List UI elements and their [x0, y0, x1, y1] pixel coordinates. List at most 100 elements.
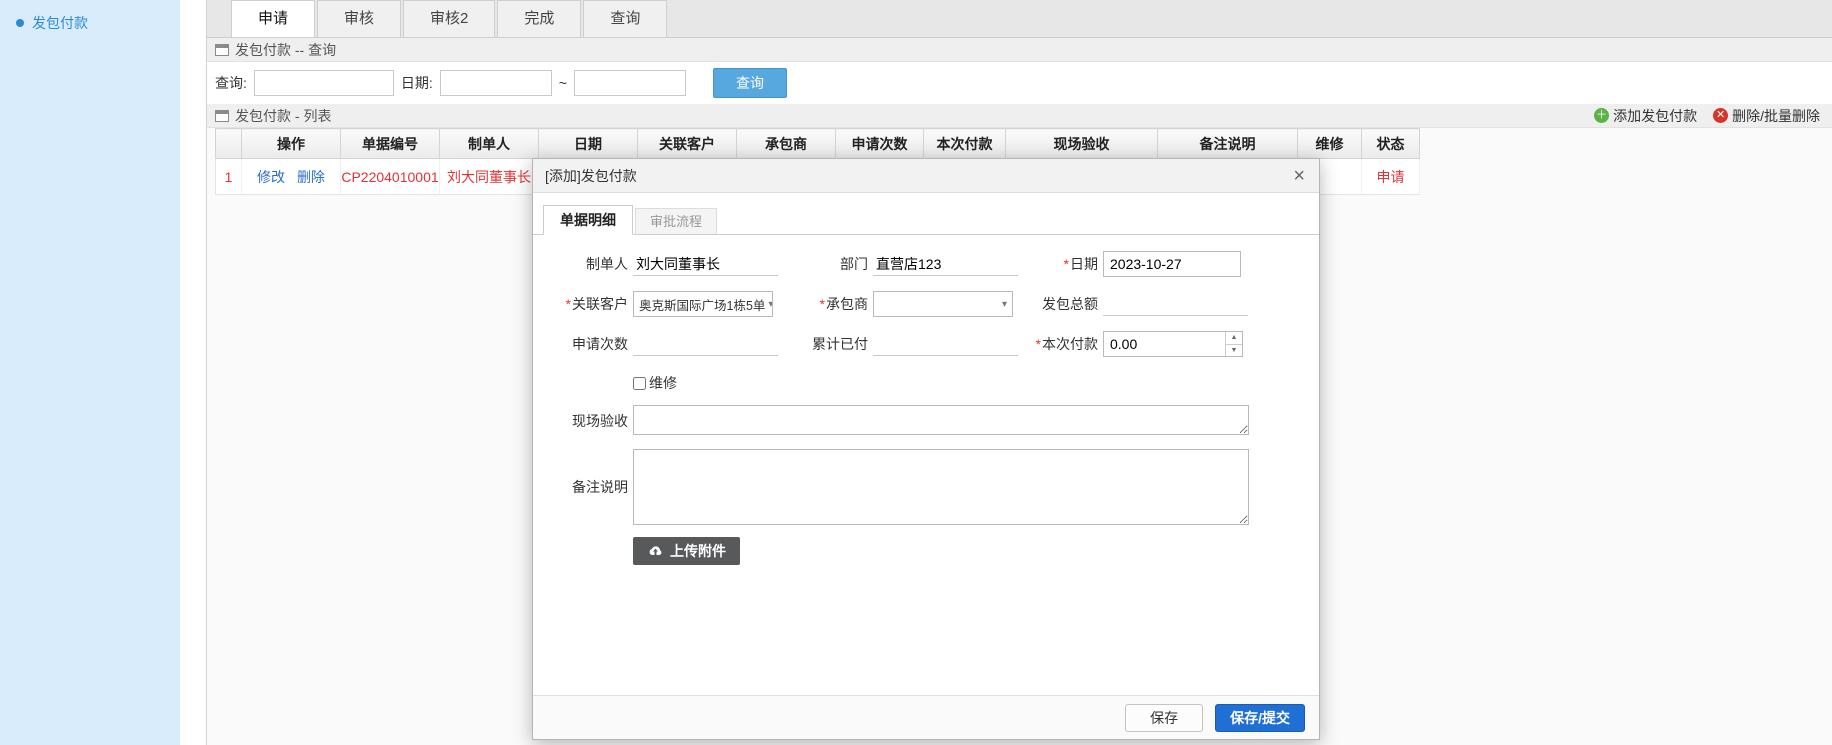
add-payment-modal: [添加]发包付款 × 单据明细 审批流程 制单人 部门 *日期 *关联客户 奥克…: [532, 158, 1320, 740]
col-actions: 操作: [242, 129, 341, 159]
tab-apply[interactable]: 申请: [231, 0, 315, 37]
row-doc-no: CP2204010001: [341, 159, 440, 195]
edit-link[interactable]: 修改: [257, 169, 285, 185]
date-input[interactable]: [1103, 251, 1241, 277]
table-header-row: 操作 单据编号 制单人 日期 关联客户 承包商 申请次数 本次付款 现场验收 备…: [216, 129, 1420, 159]
delete-link[interactable]: 删除: [297, 169, 325, 185]
tab-review2[interactable]: 审核2: [403, 0, 495, 37]
payment-number-input: ▲ ▼: [1103, 331, 1243, 357]
payment-spinner: ▲ ▼: [1225, 332, 1242, 356]
col-status: 状态: [1362, 129, 1420, 159]
bullet-icon: [16, 19, 24, 27]
repair-checkbox[interactable]: [633, 377, 646, 390]
creator-label: 制单人: [533, 254, 633, 274]
tab-detail[interactable]: 单据明细: [543, 205, 633, 235]
field-department: 部门: [773, 249, 1018, 279]
row-index: 1: [216, 159, 242, 195]
customer-select-value: 奥克斯国际广场1栋5单: [639, 295, 765, 314]
row-status: 申请: [1362, 159, 1420, 195]
col-apply-count: 申请次数: [836, 129, 924, 159]
acceptance-textarea[interactable]: [633, 405, 1249, 435]
tab-query[interactable]: 查询: [583, 0, 667, 37]
add-payment-button[interactable]: ＋ 添加发包付款: [1594, 106, 1697, 126]
row-actions: 修改 删除: [242, 159, 341, 195]
total-input[interactable]: [1103, 292, 1248, 316]
repair-label: 维修: [649, 373, 677, 393]
date-label: 日期:: [401, 73, 433, 93]
upload-attachment-button[interactable]: 上传附件: [633, 537, 740, 565]
query-row: 查询: 日期: ~ 查询: [207, 62, 1832, 104]
tab-complete[interactable]: 完成: [497, 0, 581, 37]
close-icon[interactable]: ×: [1291, 166, 1307, 186]
sidebar-item-label: 发包付款: [32, 13, 88, 33]
delete-icon: ✕: [1713, 108, 1728, 123]
list-section-title: 发包付款 - 列表: [235, 106, 331, 126]
sidebar: 发包付款: [0, 0, 180, 745]
col-acceptance: 现场验收: [1006, 129, 1158, 159]
required-mark: *: [1036, 336, 1041, 352]
add-payment-label: 添加发包付款: [1613, 106, 1697, 126]
acceptance-label: 现场验收: [533, 411, 633, 431]
field-payment: *本次付款 ▲ ▼: [1003, 329, 1243, 359]
date-range-separator: ~: [559, 75, 567, 91]
customer-select[interactable]: 奥克斯国际广场1栋5单 ▾: [633, 291, 773, 317]
remark-label: 备注说明: [533, 477, 633, 497]
top-tabbar: 申请 审核 审核2 完成 查询: [207, 0, 1832, 38]
row-creator: 刘大同董事长: [440, 159, 539, 195]
date-from-input[interactable]: [440, 70, 552, 96]
col-contractor: 承包商: [737, 129, 836, 159]
spinner-down-icon[interactable]: ▼: [1226, 344, 1242, 357]
modal-title: [添加]发包付款: [545, 166, 637, 186]
date-label: *日期: [1003, 254, 1103, 274]
search-button[interactable]: 查询: [713, 68, 787, 98]
col-index: [216, 129, 242, 159]
upload-attachment-label: 上传附件: [670, 541, 726, 561]
field-total: 发包总额: [1003, 289, 1248, 319]
list-section-header: 发包付款 - 列表 ＋ 添加发包付款 ✕ 删除/批量删除: [207, 104, 1832, 128]
modal-footer: 保存 保存/提交: [533, 695, 1319, 739]
window-icon: [215, 44, 229, 56]
col-remark: 备注说明: [1158, 129, 1298, 159]
delete-batch-button[interactable]: ✕ 删除/批量删除: [1713, 106, 1820, 126]
payment-label: *本次付款: [1003, 334, 1103, 354]
field-customer: *关联客户 奥克斯国际广场1栋5单 ▾: [533, 289, 773, 319]
save-button[interactable]: 保存: [1125, 704, 1203, 732]
paid-label: 累计已付: [773, 334, 873, 354]
upload-cloud-icon: [647, 545, 663, 557]
apply-count-label: 申请次数: [533, 334, 633, 354]
field-apply-count: 申请次数: [533, 329, 778, 359]
app-root: 发包付款 申请 审核 审核2 完成 查询 发包付款 -- 查询 查询: 日期: …: [0, 0, 1832, 745]
delete-batch-label: 删除/批量删除: [1732, 106, 1820, 126]
field-date: *日期: [1003, 249, 1241, 279]
department-input[interactable]: [873, 252, 1018, 276]
apply-count-input[interactable]: [633, 332, 778, 356]
modal-header: [添加]发包付款 ×: [533, 159, 1319, 193]
department-label: 部门: [773, 254, 873, 274]
spinner-up-icon[interactable]: ▲: [1226, 332, 1242, 344]
required-mark: *: [1064, 256, 1069, 272]
tab-approval-flow[interactable]: 审批流程: [635, 208, 717, 234]
remark-textarea[interactable]: [633, 449, 1249, 525]
contractor-select[interactable]: ▾: [873, 291, 1013, 317]
query-section-title: 发包付款 -- 查询: [235, 40, 336, 60]
required-mark: *: [566, 296, 571, 312]
col-date: 日期: [539, 129, 638, 159]
field-paid: 累计已付: [773, 329, 1018, 359]
customer-label: *关联客户: [533, 294, 633, 314]
modal-tabbar: 单据明细 审批流程: [533, 205, 1319, 235]
col-payment: 本次付款: [924, 129, 1006, 159]
query-label: 查询:: [215, 73, 247, 93]
col-doc-no: 单据编号: [341, 129, 440, 159]
creator-input[interactable]: [633, 252, 778, 276]
payment-input[interactable]: [1104, 332, 1225, 356]
query-input[interactable]: [254, 70, 394, 96]
col-customer: 关联客户: [638, 129, 737, 159]
tab-review[interactable]: 审核: [317, 0, 401, 37]
paid-input[interactable]: [873, 332, 1018, 356]
sidebar-item-outsourcing-payment[interactable]: 发包付款: [0, 0, 180, 46]
save-submit-button[interactable]: 保存/提交: [1215, 704, 1305, 732]
field-repair: 维修: [633, 373, 677, 393]
field-contractor: *承包商 ▾: [773, 289, 1013, 319]
date-to-input[interactable]: [574, 70, 686, 96]
total-label: 发包总额: [1003, 294, 1103, 314]
